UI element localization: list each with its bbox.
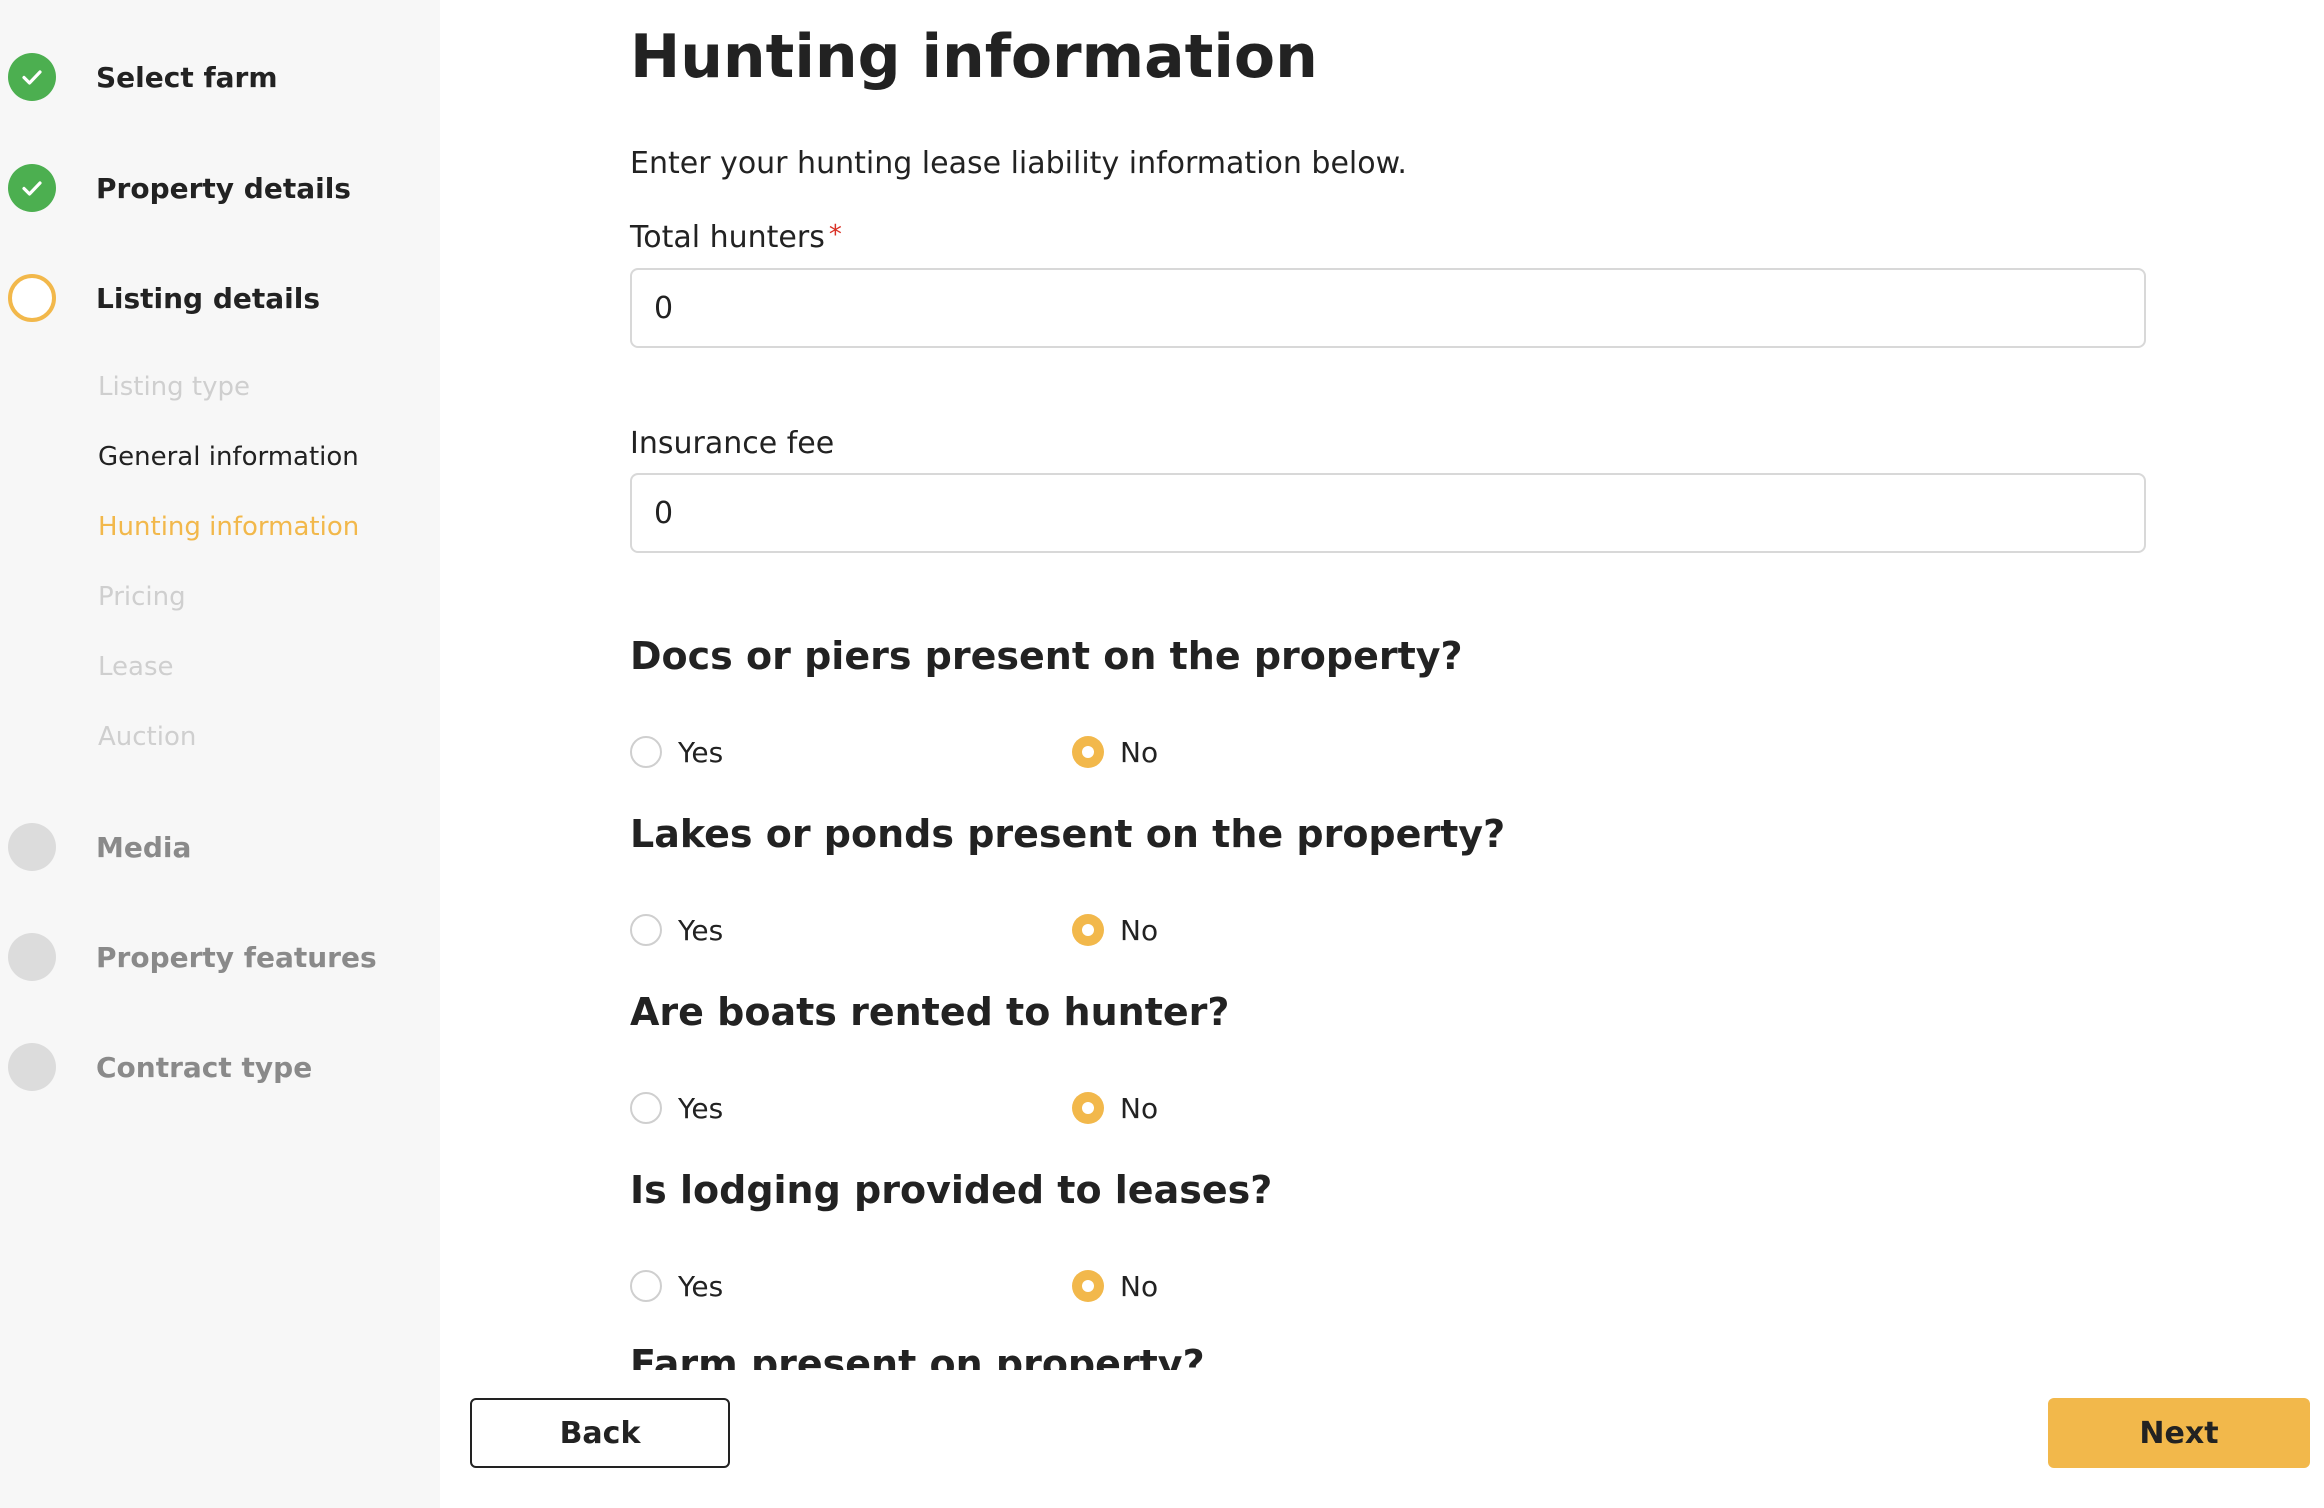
question-docs-piers: Docs or piers present on the property?: [630, 634, 1463, 678]
question-boats-rented: Are boats rented to hunter?: [630, 990, 1230, 1034]
radio-unchecked-icon: [630, 736, 662, 768]
back-button[interactable]: Back: [470, 1398, 730, 1468]
radio-no[interactable]: No: [1072, 1088, 1158, 1128]
step-label: Media: [96, 830, 192, 864]
insurance-fee-label: Insurance fee: [630, 426, 835, 461]
radio-group-lakes-ponds: Yes No: [630, 910, 1530, 950]
step-label: Listing details: [96, 281, 320, 315]
step-label: Select farm: [96, 60, 278, 94]
required-mark: *: [828, 220, 842, 250]
wizard-sidebar: Select farm Property details Listing det…: [0, 0, 440, 1508]
question-farm-present: Farm present on property?: [630, 1342, 1205, 1370]
radio-checked-icon: [1072, 914, 1104, 946]
wizard-footer: Back Next: [440, 1370, 2324, 1508]
pending-step-icon: [8, 933, 56, 981]
radio-unchecked-icon: [630, 1092, 662, 1124]
radio-checked-icon: [1072, 1270, 1104, 1302]
radio-group-docs-piers: Yes No: [630, 732, 1530, 772]
next-button[interactable]: Next: [2048, 1398, 2310, 1468]
substep-pricing[interactable]: Pricing: [98, 582, 186, 612]
radio-unchecked-icon: [630, 1270, 662, 1302]
radio-checked-icon: [1072, 736, 1104, 768]
substep-general-information[interactable]: General information: [98, 442, 359, 472]
substep-listing-type[interactable]: Listing type: [98, 372, 250, 402]
page-title: Hunting information: [630, 22, 1318, 92]
radio-no[interactable]: No: [1072, 1266, 1158, 1306]
substep-auction[interactable]: Auction: [98, 722, 196, 752]
step-label: Property details: [96, 171, 351, 205]
step-label: Contract type: [96, 1050, 313, 1084]
substep-lease[interactable]: Lease: [98, 652, 174, 682]
insurance-fee-input[interactable]: [630, 473, 2146, 553]
pending-step-icon: [8, 1043, 56, 1091]
check-icon: [8, 164, 56, 212]
step-label: Property features: [96, 940, 377, 974]
radio-group-boats-rented: Yes No: [630, 1088, 1530, 1128]
radio-unchecked-icon: [630, 914, 662, 946]
radio-yes[interactable]: Yes: [630, 1088, 723, 1128]
radio-yes[interactable]: Yes: [630, 910, 723, 950]
radio-no[interactable]: No: [1072, 732, 1158, 772]
radio-yes[interactable]: Yes: [630, 1266, 723, 1306]
current-step-indicator-icon: [8, 274, 56, 322]
radio-no[interactable]: No: [1072, 910, 1158, 950]
question-lakes-ponds: Lakes or ponds present on the property?: [630, 812, 1506, 856]
radio-group-lodging: Yes No: [630, 1266, 1530, 1306]
substep-hunting-information[interactable]: Hunting information: [98, 512, 359, 542]
check-icon: [8, 53, 56, 101]
total-hunters-input[interactable]: [630, 268, 2146, 348]
radio-yes[interactable]: Yes: [630, 732, 723, 772]
radio-checked-icon: [1072, 1092, 1104, 1124]
pending-step-icon: [8, 823, 56, 871]
question-lodging: Is lodging provided to leases?: [630, 1168, 1273, 1212]
total-hunters-label: Total hunters *: [630, 220, 842, 255]
page-subtitle: Enter your hunting lease liability infor…: [630, 146, 1407, 181]
